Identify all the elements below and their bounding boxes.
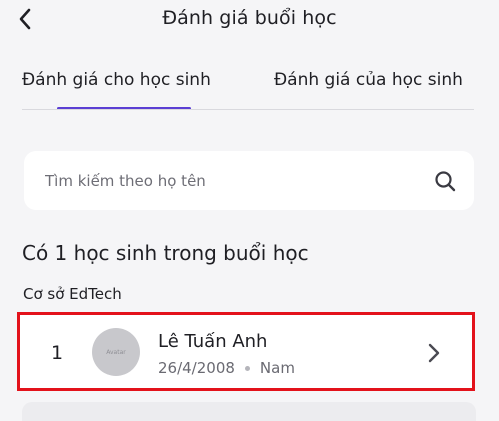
header-bar: Đánh giá buổi học (0, 0, 499, 40)
student-list-item[interactable]: 1 Avatar Lê Tuấn Anh 26/4/2008 Nam (17, 312, 475, 391)
student-meta: 26/4/2008 Nam (158, 359, 295, 377)
tab-student-evaluations[interactable]: Đánh giá của học sinh (274, 70, 463, 90)
student-count-heading: Có 1 học sinh trong buổi học (22, 241, 309, 265)
tab-evaluate-students[interactable]: Đánh giá cho học sinh (22, 70, 211, 90)
student-name: Lê Tuấn Anh (158, 331, 268, 352)
separator-dot-icon (244, 365, 250, 371)
chevron-right-icon[interactable] (426, 342, 442, 364)
branch-label: Cơ sở EdTech (23, 285, 122, 303)
student-dob: 26/4/2008 (158, 359, 235, 377)
student-gender: Nam (259, 359, 295, 377)
chevron-left-icon (19, 8, 31, 30)
page-title: Đánh giá buổi học (162, 7, 337, 29)
search-box[interactable] (24, 151, 474, 210)
search-input[interactable] (43, 170, 417, 191)
tabs-divider (22, 109, 474, 110)
row-index: 1 (51, 342, 64, 364)
next-card-edge (22, 402, 476, 421)
back-button[interactable] (10, 4, 40, 34)
avatar: Avatar (92, 328, 140, 376)
search-icon[interactable] (434, 170, 456, 192)
avatar-placeholder-text: Avatar (106, 348, 126, 356)
tab-bar: Đánh giá cho học sinh Đánh giá của học s… (0, 62, 499, 110)
